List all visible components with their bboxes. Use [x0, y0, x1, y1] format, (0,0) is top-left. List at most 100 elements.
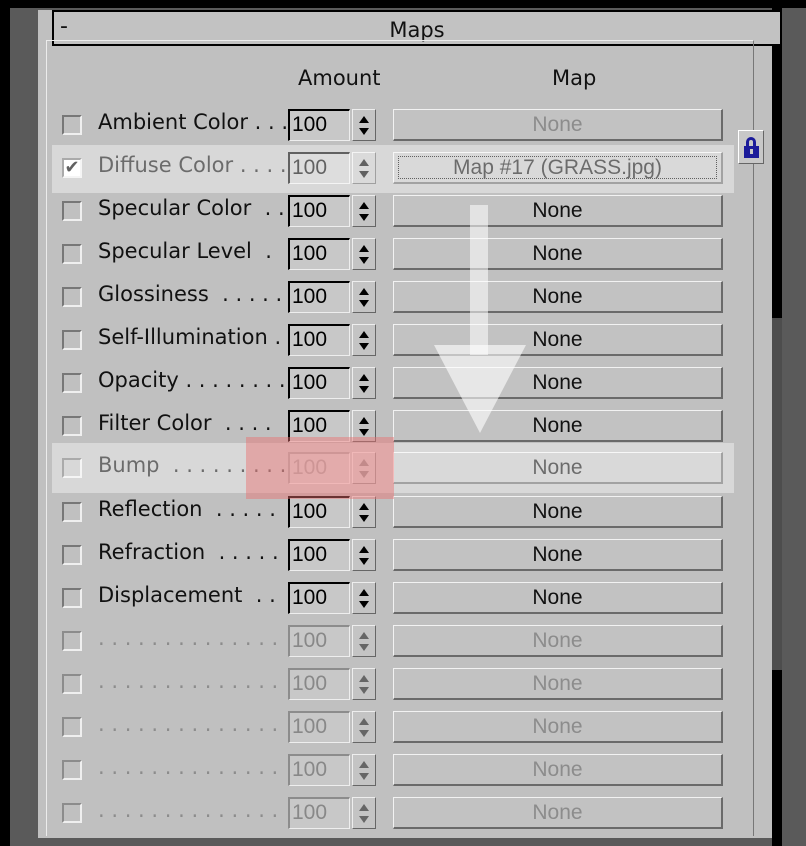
spinner-down-icon[interactable]: [359, 257, 369, 264]
amount-field[interactable]: 100: [288, 195, 350, 227]
spinner-down-icon[interactable]: [359, 171, 369, 178]
amount-spinner[interactable]: [352, 452, 376, 484]
spinner-down-icon[interactable]: [359, 773, 369, 780]
amount-field[interactable]: 100: [288, 754, 350, 786]
spinner-down-icon[interactable]: [359, 730, 369, 737]
map-button[interactable]: None: [393, 668, 723, 700]
spinner-down-icon[interactable]: [359, 429, 369, 436]
amount-spinner[interactable]: [352, 238, 376, 270]
spinner-up-icon[interactable]: [359, 675, 369, 682]
spinner-down-icon[interactable]: [359, 644, 369, 651]
checkbox[interactable]: [62, 244, 82, 264]
spinner-down-icon[interactable]: [359, 816, 369, 823]
amount-field[interactable]: 100: [288, 711, 350, 743]
checkbox[interactable]: [62, 760, 82, 780]
checkbox[interactable]: [62, 803, 82, 823]
spinner-up-icon[interactable]: [359, 245, 369, 252]
spinner-up-icon[interactable]: [359, 202, 369, 209]
spinner-down-icon[interactable]: [359, 558, 369, 565]
spinner-up-icon[interactable]: [359, 546, 369, 553]
checkbox[interactable]: [62, 717, 82, 737]
spinner-up-icon[interactable]: [359, 459, 369, 466]
amount-field[interactable]: 100: [288, 496, 350, 528]
spinner-down-icon[interactable]: [359, 300, 369, 307]
map-button[interactable]: None: [393, 539, 723, 571]
checkbox[interactable]: [62, 631, 82, 651]
map-button[interactable]: None: [393, 754, 723, 786]
amount-field[interactable]: 100: [288, 109, 350, 141]
amount-field[interactable]: 100: [288, 238, 350, 270]
spinner-down-icon[interactable]: [359, 386, 369, 393]
map-button[interactable]: None: [393, 410, 723, 442]
spinner-down-icon[interactable]: [359, 471, 369, 478]
spinner-up-icon[interactable]: [359, 718, 369, 725]
spinner-up-icon[interactable]: [359, 331, 369, 338]
checkbox[interactable]: [62, 115, 82, 135]
amount-spinner[interactable]: [352, 281, 376, 313]
map-button[interactable]: None: [393, 195, 723, 227]
spinner-down-icon[interactable]: [359, 214, 369, 221]
map-button[interactable]: None: [393, 109, 723, 141]
checkbox[interactable]: [62, 287, 82, 307]
amount-spinner[interactable]: [352, 797, 376, 829]
amount-spinner[interactable]: [352, 754, 376, 786]
spinner-up-icon[interactable]: [359, 632, 369, 639]
spinner-up-icon[interactable]: [359, 761, 369, 768]
spinner-down-icon[interactable]: [359, 687, 369, 694]
amount-spinner[interactable]: [352, 324, 376, 356]
amount-field[interactable]: 100: [288, 367, 350, 399]
spinner-up-icon[interactable]: [359, 288, 369, 295]
checkbox[interactable]: [62, 502, 82, 522]
amount-spinner[interactable]: [352, 496, 376, 528]
checkbox-checked[interactable]: ✔: [62, 158, 82, 178]
amount-field[interactable]: 100: [288, 324, 350, 356]
amount-spinner[interactable]: [352, 195, 376, 227]
checkbox[interactable]: [62, 330, 82, 350]
spinner-down-icon[interactable]: [359, 601, 369, 608]
amount-field[interactable]: 100: [288, 452, 350, 484]
amount-spinner[interactable]: [352, 668, 376, 700]
map-button[interactable]: None: [393, 281, 723, 313]
spinner-up-icon[interactable]: [359, 589, 369, 596]
checkbox[interactable]: [62, 201, 82, 221]
spinner-up-icon[interactable]: [359, 503, 369, 510]
checkbox[interactable]: [62, 674, 82, 694]
spinner-up-icon[interactable]: [359, 374, 369, 381]
checkbox[interactable]: [62, 588, 82, 608]
amount-spinner[interactable]: [352, 410, 376, 442]
checkbox[interactable]: [62, 458, 82, 478]
amount-spinner[interactable]: [352, 625, 376, 657]
amount-field[interactable]: 100: [288, 410, 350, 442]
map-button[interactable]: None: [393, 452, 723, 484]
spinner-down-icon[interactable]: [359, 515, 369, 522]
amount-spinner[interactable]: [352, 582, 376, 614]
spinner-up-icon[interactable]: [359, 417, 369, 424]
amount-spinner[interactable]: [352, 152, 376, 184]
map-button[interactable]: Map #17 (GRASS.jpg): [393, 152, 723, 184]
amount-spinner[interactable]: [352, 367, 376, 399]
checkbox[interactable]: [62, 373, 82, 393]
checkbox[interactable]: [62, 416, 82, 436]
map-button[interactable]: None: [393, 625, 723, 657]
amount-field[interactable]: 100: [288, 797, 350, 829]
spinner-down-icon[interactable]: [359, 128, 369, 135]
map-button[interactable]: None: [393, 582, 723, 614]
map-button[interactable]: None: [393, 496, 723, 528]
amount-field[interactable]: 100: [288, 668, 350, 700]
amount-spinner[interactable]: [352, 109, 376, 141]
spinner-down-icon[interactable]: [359, 343, 369, 350]
map-button[interactable]: None: [393, 711, 723, 743]
amount-field[interactable]: 100: [288, 582, 350, 614]
checkbox[interactable]: [62, 545, 82, 565]
spinner-up-icon[interactable]: [359, 804, 369, 811]
map-button[interactable]: None: [393, 324, 723, 356]
amount-spinner[interactable]: [352, 711, 376, 743]
spinner-up-icon[interactable]: [359, 159, 369, 166]
map-button[interactable]: None: [393, 797, 723, 829]
amount-field[interactable]: 100: [288, 539, 350, 571]
amount-spinner[interactable]: [352, 539, 376, 571]
amount-field[interactable]: 100: [288, 281, 350, 313]
map-button[interactable]: None: [393, 367, 723, 399]
map-button[interactable]: None: [393, 238, 723, 270]
amount-field[interactable]: 100: [288, 625, 350, 657]
